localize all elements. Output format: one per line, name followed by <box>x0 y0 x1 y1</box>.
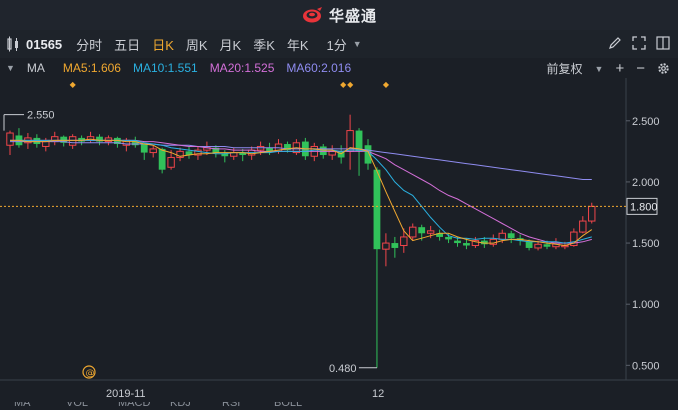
candle-toggle-icon[interactable] <box>6 36 20 52</box>
candle-body <box>104 137 113 143</box>
candle-body <box>534 243 542 249</box>
split-layout-icon[interactable] <box>656 36 670 50</box>
candle-body <box>328 150 336 156</box>
gear-icon[interactable] <box>657 62 670 75</box>
bottom-indicator-strip: MA VOL MACD KDJ RSI BOLL <box>0 402 678 410</box>
fullscreen-icon[interactable] <box>632 36 646 50</box>
pencil-icon[interactable] <box>608 36 622 50</box>
candle-body <box>463 243 470 246</box>
adjust-select[interactable]: 前复权 <box>547 60 583 77</box>
bottom-tab-4[interactable]: RSI <box>222 402 240 409</box>
candle-body <box>498 232 506 240</box>
y-tick-label: 2.500 <box>632 116 660 128</box>
candle-body <box>140 144 148 153</box>
bottom-tab-2[interactable]: MACD <box>118 402 150 409</box>
bottom-tab-1[interactable]: VOL <box>66 402 88 409</box>
candle-body <box>6 132 14 146</box>
ma60-value: MA60:2.016 <box>286 61 352 75</box>
candle-body <box>507 233 515 239</box>
interval-chevron-down-icon[interactable]: ▼ <box>353 39 362 49</box>
y-tick-label: 1.000 <box>632 299 660 311</box>
add-indicator-icon[interactable]: + <box>615 60 624 77</box>
last-price-label: 1.800 <box>630 201 658 213</box>
candle-body <box>364 145 372 164</box>
candle-body <box>149 148 157 154</box>
candle-body <box>158 148 166 170</box>
indicator-name[interactable]: MA <box>27 61 45 75</box>
y-tick-label: 2.000 <box>632 177 660 189</box>
candle-body <box>400 236 408 247</box>
candle-body <box>588 205 596 222</box>
tab-period-1[interactable]: 五日 <box>114 35 140 54</box>
x-tick-label: 12 <box>372 388 384 400</box>
bottom-tab-5[interactable]: BOLL <box>274 402 302 409</box>
tab-period-6[interactable]: 年K <box>287 35 309 54</box>
tab-period-2[interactable]: 日K <box>152 35 174 54</box>
candle-body <box>256 145 265 151</box>
tab-period-3[interactable]: 周K <box>186 35 208 54</box>
ma5-value: MA5:1.606 <box>62 61 121 75</box>
collapse-chevron-icon[interactable]: ▼ <box>6 63 15 73</box>
low-marker-label: 0.480 <box>329 363 357 375</box>
indicator-bar: ▼ MA MA5:1.606 MA10:1.551 MA20:1.525 MA6… <box>0 58 678 79</box>
candle-body <box>579 220 587 233</box>
candle-body <box>373 169 381 250</box>
candle-body <box>454 240 461 244</box>
y-tick-label: 1.500 <box>632 238 660 250</box>
event-diamond-icon: ◆ <box>340 80 347 89</box>
toolbar-actions <box>608 36 670 50</box>
x-tick-label: 2019-11 <box>106 388 146 400</box>
adjust-chevron-down-icon[interactable]: ▼ <box>595 64 604 74</box>
app-title: 华盛通 <box>328 7 377 25</box>
tab-period-4[interactable]: 月K <box>220 35 242 54</box>
candle-body <box>319 146 327 156</box>
candle-body <box>391 243 399 248</box>
chart-toolbar: 01565 分时 五日 日K 周K 月K 季K 年K 1分 ▼ <box>0 30 678 59</box>
candle-body <box>543 244 551 247</box>
title-bar: 华盛通 <box>0 0 678 31</box>
bottom-tab-3[interactable]: KDJ <box>170 402 191 409</box>
huasheng-logo-icon <box>302 7 322 23</box>
bottom-tab-0[interactable]: MA <box>14 402 31 409</box>
candle-body <box>68 136 77 146</box>
ma10-value: MA10:1.551 <box>132 61 198 75</box>
event-diamond-icon: ◆ <box>383 80 390 89</box>
event-diamond-icon: ◆ <box>70 80 77 89</box>
tab-period-0[interactable]: 分时 <box>76 35 102 54</box>
y-tick-label: 0.500 <box>632 360 660 372</box>
kline-chart[interactable]: 2.500 2.000 1.500 1.000 0.500 1.800 2.550 0.48… <box>0 78 678 410</box>
tab-period-5[interactable]: 季K <box>253 35 275 54</box>
candle-body <box>42 141 50 147</box>
stock-code: 01565 <box>26 36 63 52</box>
news-marker-glyph: @ <box>86 369 95 379</box>
brand: 华盛通 <box>301 5 377 26</box>
interval-select[interactable]: 1分 <box>327 35 347 54</box>
candle-body <box>33 137 41 145</box>
indicator-actions: 前复权 ▼ + − <box>547 60 670 77</box>
remove-indicator-icon[interactable]: − <box>636 60 645 77</box>
candle-body <box>445 236 452 240</box>
candle-body <box>426 230 435 234</box>
candle-body <box>525 241 533 248</box>
ma20-value: MA20:1.525 <box>209 61 275 75</box>
high-marker-label: 2.550 <box>27 110 55 122</box>
candle-body <box>409 226 417 238</box>
candle-body <box>167 156 175 168</box>
candle-body <box>418 227 426 234</box>
event-diamond-icon: ◆ <box>347 80 354 89</box>
candle-body <box>382 242 390 250</box>
